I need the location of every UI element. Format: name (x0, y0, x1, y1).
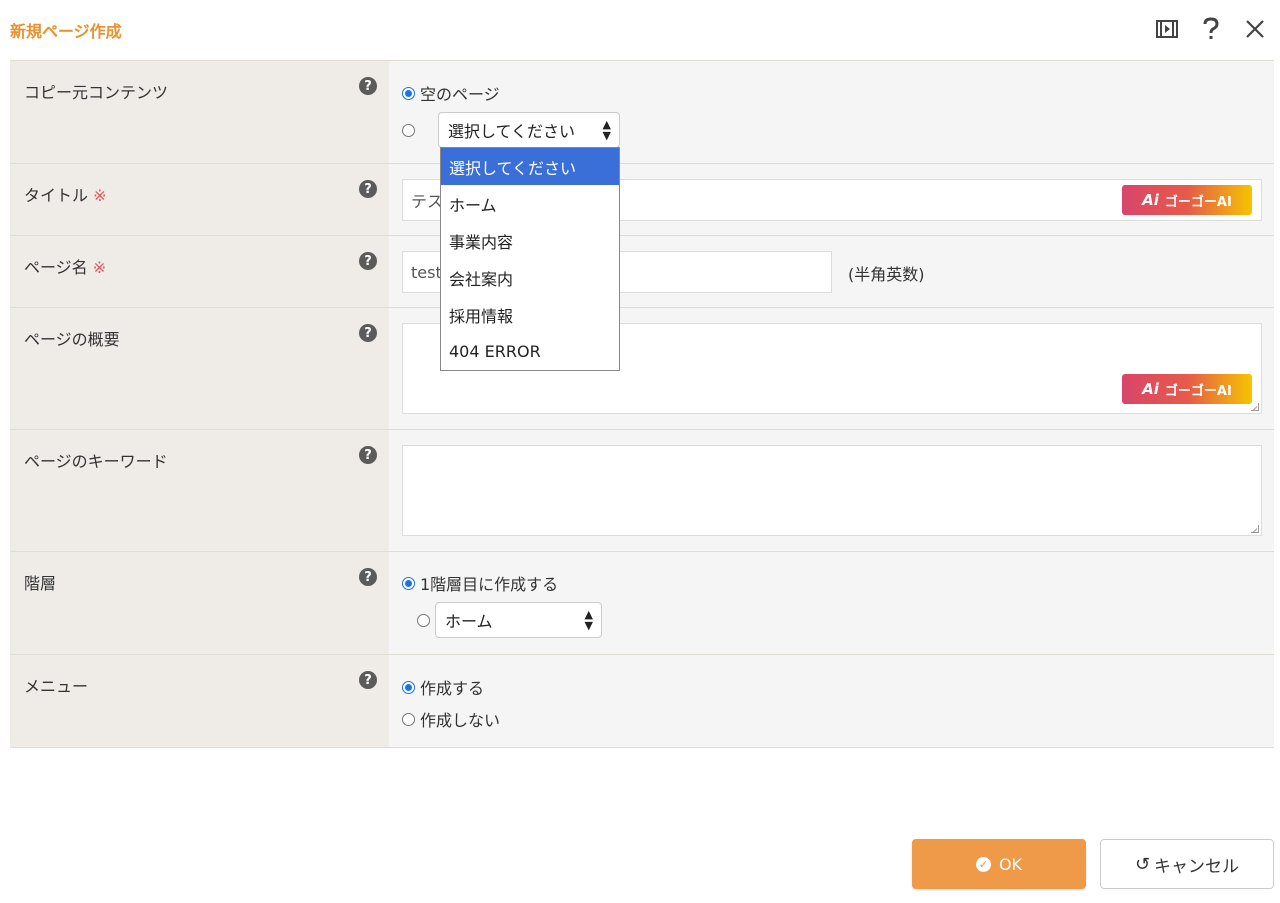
cancel-button-label: キャンセル (1154, 856, 1240, 877)
dialog-header: 新規ページ作成 (0, 0, 1280, 60)
ok-button-label: OK (998, 854, 1023, 874)
help-icon[interactable]: ? (359, 446, 377, 464)
ai-logo-icon: Ai (1142, 380, 1159, 398)
row-keywords: ページのキーワード ? (10, 430, 1274, 552)
dialog-title: 新規ページ作成 (10, 22, 122, 41)
ok-button[interactable]: ✓ OK (912, 839, 1086, 889)
radio-copy-existing[interactable]: 選択してください ▲ ▼ (402, 112, 620, 148)
help-icon[interactable]: ? (359, 324, 377, 342)
copy-source-label: コピー元コンテンツ (24, 83, 169, 102)
resize-handle-icon[interactable] (1251, 403, 1259, 411)
label-summary: ページの概要 ? (10, 308, 389, 429)
page-name-input-value: test (411, 262, 442, 282)
radio-menu-no-create-label: 作成しない (420, 711, 501, 730)
row-title: タイトル ※ ? テス Ai ゴーゴーAI (10, 164, 1274, 236)
dropdown-option[interactable]: 事業内容 (441, 222, 619, 259)
title-label: タイトル (24, 186, 89, 205)
row-menu: メニュー ? 作成する 作成しない (10, 655, 1274, 748)
close-icon[interactable] (1242, 16, 1268, 42)
radio-under-parent[interactable]: ホーム ▲ ▼ (417, 602, 602, 638)
label-hierarchy: 階層 ? (10, 552, 389, 654)
radio-button-unchecked[interactable] (402, 712, 415, 726)
ai-button-label: ゴーゴーAI (1164, 383, 1232, 399)
radio-menu-create[interactable]: 作成する (402, 675, 484, 699)
help-icon[interactable]: ? (359, 180, 377, 198)
row-copy-source: コピー元コンテンツ ? 空のページ 選択してください ▲ ▼ (10, 60, 1274, 164)
row-hierarchy: 階層 ? 1階層目に作成する ホーム ▲ ▼ (10, 552, 1274, 655)
required-mark: ※ (92, 258, 107, 277)
copy-source-select[interactable]: 選択してください ▲ ▼ (438, 112, 620, 148)
summary-label: ページの概要 (24, 330, 120, 349)
help-icon[interactable]: ? (359, 671, 377, 689)
dropdown-option[interactable]: 選択してください (441, 148, 619, 185)
select-arrows-icon: ▲ ▼ (584, 608, 593, 632)
cancel-button[interactable]: ↺ キャンセル (1100, 839, 1274, 889)
page-name-hint: (半角英数) (848, 265, 925, 284)
required-mark: ※ (93, 186, 107, 205)
parent-page-select[interactable]: ホーム ▲ ▼ (435, 602, 602, 638)
ai-assist-button[interactable]: Ai ゴーゴーAI (1122, 185, 1252, 215)
copy-source-select-value: 選択してください (448, 122, 576, 141)
resize-handle-icon[interactable] (1251, 525, 1259, 533)
copy-source-dropdown-list[interactable]: 選択してください ホーム 事業内容 会社案内 採用情報 404 ERROR (440, 147, 620, 371)
label-page-name: ページ名 ※ ? (10, 236, 389, 307)
question-icon[interactable] (1198, 16, 1224, 42)
field-keywords (389, 430, 1274, 551)
radio-menu-create-label: 作成する (420, 679, 485, 698)
radio-blank-label: 空のページ (420, 85, 500, 104)
page-create-form: コピー元コンテンツ ? 空のページ 選択してください ▲▼ タイトル ※ ? (10, 60, 1274, 748)
ai-logo-icon: Ai (1142, 191, 1159, 209)
radio-button-checked[interactable] (402, 86, 415, 100)
hierarchy-label: 階層 (24, 574, 57, 593)
keywords-textarea[interactable] (402, 445, 1262, 536)
radio-button-unchecked[interactable] (417, 613, 430, 627)
help-icon[interactable]: ? (359, 252, 377, 270)
radio-button-checked[interactable] (402, 680, 415, 694)
dropdown-option[interactable]: 404 ERROR (441, 333, 619, 370)
menu-label: メニュー (24, 677, 89, 696)
label-menu: メニュー ? (10, 655, 389, 747)
dropdown-option[interactable]: ホーム (441, 185, 619, 222)
ai-assist-button[interactable]: Ai ゴーゴーAI (1122, 374, 1252, 404)
keywords-label: ページのキーワード (24, 452, 168, 471)
label-keywords: ページのキーワード ? (10, 430, 389, 551)
page-name-label: ページ名 (24, 258, 88, 277)
title-input-value: テス (411, 192, 444, 211)
ai-button-label: ゴーゴーAI (1164, 194, 1232, 210)
label-copy-source: コピー元コンテンツ ? (10, 61, 389, 163)
dropdown-option[interactable]: 会社案内 (441, 259, 619, 296)
select-arrows-icon: ▲ ▼ (602, 118, 611, 142)
row-summary: ページの概要 ? Ai ゴーゴーAI (10, 308, 1274, 430)
help-icon[interactable]: ? (359, 77, 377, 95)
parent-page-select-value: ホーム (445, 612, 493, 631)
radio-button-unchecked[interactable] (402, 123, 415, 137)
radio-blank-page[interactable]: 空のページ (402, 81, 500, 105)
radio-button-checked[interactable] (402, 576, 415, 590)
label-title: タイトル ※ ? (10, 164, 389, 235)
help-icon[interactable]: ? (359, 568, 377, 586)
film-icon[interactable] (1154, 16, 1180, 42)
dropdown-option[interactable]: 採用情報 (441, 296, 619, 333)
row-page-name: ページ名 ※ ? test (半角英数) (10, 236, 1274, 308)
radio-menu-no-create[interactable]: 作成しない (402, 707, 500, 731)
field-menu: 作成する 作成しない (389, 655, 1274, 747)
undo-icon: ↺ (1134, 853, 1151, 875)
radio-first-level[interactable]: 1階層目に作成する (402, 571, 558, 595)
check-circle-icon: ✓ (975, 856, 991, 872)
header-icons (1154, 16, 1268, 42)
field-hierarchy: 1階層目に作成する ホーム ▲ ▼ (389, 552, 1274, 654)
radio-first-level-label: 1階層目に作成する (420, 575, 559, 594)
